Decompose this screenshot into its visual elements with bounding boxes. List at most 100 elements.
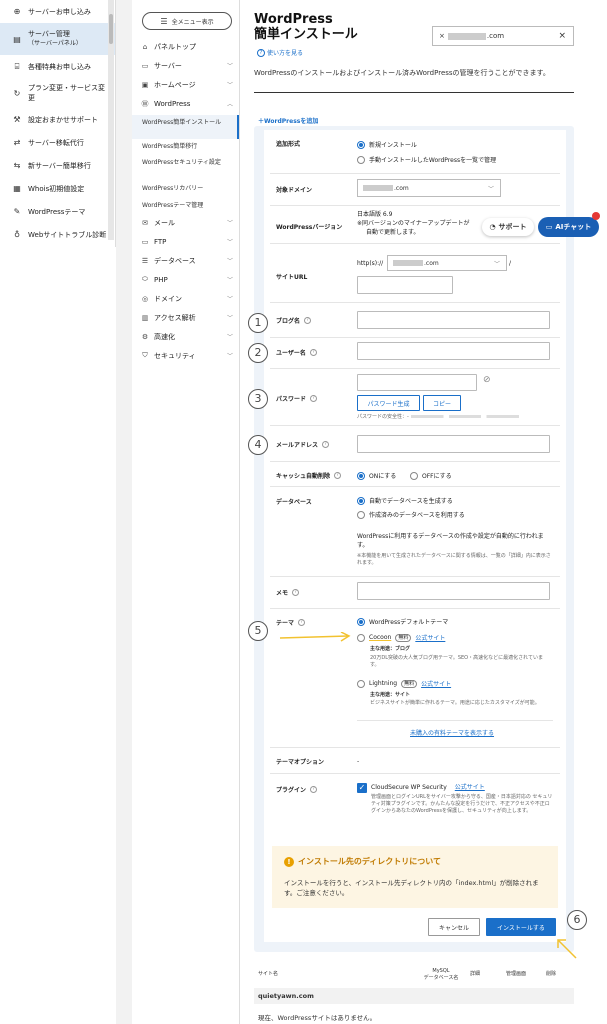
transfer-icon: ⇄ [13, 138, 21, 147]
subnav-security[interactable]: ⛉ セキュリティ ﹀ [132, 346, 239, 365]
subnav-wordpress[interactable]: Ⓦ WordPress ︿ [132, 94, 239, 113]
globe-icon: ◎ [141, 294, 149, 303]
radio-db-existing[interactable]: 作成済みのデータベースを利用する [357, 510, 465, 519]
nav-plan-change[interactable]: ↻ プラン変更・サービス変更 [0, 78, 115, 108]
radio-theme-lightning[interactable]: Lightning 無料 公式サイト [357, 679, 451, 688]
label-theme: テーマ? [276, 618, 306, 627]
chevron-down-icon: ﹀ [226, 296, 233, 303]
nav-whois[interactable]: ▦ Whois初期値設定 [0, 177, 115, 200]
plugin-description: 管理画面とログインURLをサイバー攻撃から守る、国産・日本語対応の セキュリティ… [371, 794, 553, 814]
col-mysql: MySQL データベース名 [423, 968, 459, 981]
label-password: パスワード? [276, 394, 318, 403]
nav-setup-support[interactable]: ⚒ 設定おまかせサポート [0, 108, 115, 131]
url-path-input[interactable] [357, 276, 453, 294]
password-copy-button[interactable]: コピー [423, 395, 461, 411]
nav-wp-theme[interactable]: ✎ WordPressテーマ [0, 200, 115, 223]
label-database: データベース [276, 499, 312, 506]
help-icon: ? [292, 589, 300, 596]
nav-server-manage[interactable]: ▤ サーバー管理 （サーバーパネル） [0, 23, 115, 55]
home-icon: ⌂ [142, 42, 148, 51]
subnav-wp-security[interactable]: WordPressセキュリティ設定 [132, 158, 239, 167]
subnav-mail[interactable]: ✉ メール ﹀ [132, 213, 239, 232]
lightning-official-link[interactable]: 公式サイト [421, 679, 451, 688]
radio-cache-on[interactable]: ONにする [357, 471, 396, 480]
domain-select[interactable]: .com ﹀ [357, 179, 501, 197]
radio-theme-cocoon[interactable]: Cocoon 無料 公式サイト [357, 633, 445, 642]
wp-version-note: ※同バージョンのマイナーアップデートが [357, 220, 470, 227]
nav-site-diagnosis[interactable]: ♁ Webサイトトラブル診断 [0, 223, 115, 246]
nav-benefits[interactable]: ⌸ 各種特典お申し込み [0, 55, 115, 78]
help-icon: ? [334, 472, 342, 479]
page-description: WordPressのインストールおよびインストール済みWordPressの管理を… [254, 69, 550, 77]
subnav-speed[interactable]: ⚙ 高速化 ﹀ [132, 327, 239, 346]
step-marker-6: 6 [567, 910, 587, 930]
divider [357, 720, 553, 721]
help-icon: ? [322, 441, 330, 448]
close-icon[interactable]: × [558, 31, 566, 41]
db-note: WordPressに利用するデータベースの作成や設定が自動的に行われます。 [357, 533, 544, 549]
install-button[interactable]: インストールする [486, 918, 556, 936]
sidebar-scrollbar[interactable] [108, 0, 114, 240]
cancel-button[interactable]: キャンセル [428, 918, 480, 936]
label-email: メールアドレス? [276, 440, 330, 449]
plugin-checkbox[interactable]: ✓ [357, 783, 367, 793]
support-button[interactable]: ◔ サポート [482, 218, 534, 236]
divider [270, 608, 560, 609]
memo-input[interactable] [357, 582, 550, 600]
divider [270, 747, 560, 748]
blog-name-input[interactable] [357, 311, 550, 329]
divider [270, 243, 560, 244]
subnav-analytics[interactable]: ▥ アクセス解析 ﹀ [132, 308, 239, 327]
subnav-database[interactable]: ☰ データベース ﹀ [132, 251, 239, 270]
chevron-down-icon: ﹀ [226, 63, 233, 70]
subnav-wp-recovery[interactable]: WordPressリカバリー [132, 184, 239, 193]
help-icon: ? [309, 349, 317, 356]
chevron-down-icon: ﹀ [493, 260, 500, 268]
user-name-input[interactable] [357, 342, 550, 360]
howto-link[interactable]: ? 使い方を見る [257, 48, 303, 57]
radio-new-install[interactable]: 新規インストール [357, 140, 417, 149]
wrench-icon: ⚒ [13, 115, 21, 124]
plugin-official-link[interactable]: 公式サイト [455, 784, 485, 791]
password-generate-button[interactable]: パスワード生成 [357, 395, 420, 411]
chevron-up-icon: ︿ [226, 101, 233, 108]
help-icon: ? [310, 786, 318, 793]
scrollbar-thumb[interactable] [109, 14, 113, 44]
lightning-use: 主な用途：サイト [370, 692, 411, 698]
subnav-wp-migrate[interactable]: WordPress簡単移行 [132, 142, 239, 151]
all-menu-button[interactable]: ☰ 全メニュー表示 [142, 12, 232, 30]
radio-db-auto[interactable]: 自動でデータベースを生成する [357, 496, 453, 505]
chevron-down-icon: ﹀ [226, 239, 233, 246]
radio-manual-manage[interactable]: 手動インストールしたWordPressを一覧で管理 [357, 155, 496, 164]
domain-selector[interactable]: × .com × [432, 26, 574, 46]
nav-server-apply[interactable]: ⊕ サーバーお申し込み [0, 0, 115, 23]
subnav-ftp[interactable]: ▭ FTP ﹀ [132, 232, 239, 251]
plus-circle-icon: ⊕ [13, 7, 21, 16]
subnav-wp-install[interactable]: WordPress簡単インストール [132, 115, 239, 139]
subnav-homepage[interactable]: ▣ ホームページ ﹀ [132, 75, 239, 94]
nav-migration-service[interactable]: ⇄ サーバー移転代行 [0, 131, 115, 154]
nav-new-server-migration[interactable]: ⇆ 新サーバー簡単移行 [0, 154, 115, 177]
url-domain-select[interactable]: .com ﹀ [387, 255, 507, 271]
step-marker-1: 1 [248, 313, 268, 333]
show-paid-themes-link[interactable]: 未購入の有料テーマを表示する [410, 729, 494, 738]
password-input[interactable] [357, 374, 477, 391]
eye-slash-icon[interactable]: ⊘ [483, 375, 491, 385]
ai-chat-button[interactable]: ▭ AIチャット [538, 212, 600, 237]
subnav-domain[interactable]: ◎ ドメイン ﹀ [132, 289, 239, 308]
warning-icon: ! [284, 856, 294, 867]
subnav-wp-theme-manage[interactable]: WordPressテーマ管理 [132, 201, 239, 210]
radio-theme-default[interactable]: WordPressデフォルトテーマ [357, 617, 448, 626]
radio-cache-off[interactable]: OFFにする [410, 471, 452, 480]
subnav-php[interactable]: ⬭ PHP ﹀ [132, 270, 239, 289]
cocoon-official-link[interactable]: 公式サイト [415, 633, 445, 642]
db-note-detail: ※本機能を用いて生成されたデータベースに関する情報は、一覧の「詳細」内に表示され… [357, 553, 551, 566]
label-wp-version: WordPressバージョン [276, 224, 343, 231]
email-input[interactable] [357, 435, 550, 453]
divider [270, 486, 560, 487]
divider [270, 205, 560, 206]
subnav-panel-top[interactable]: ⌂ パネルトップ [132, 37, 239, 56]
subnav-server[interactable]: ▭ サーバー ﹀ [132, 56, 239, 75]
redacted-domain [363, 185, 393, 191]
add-wordpress-link[interactable]: ＋WordPressを追加 [258, 116, 318, 125]
